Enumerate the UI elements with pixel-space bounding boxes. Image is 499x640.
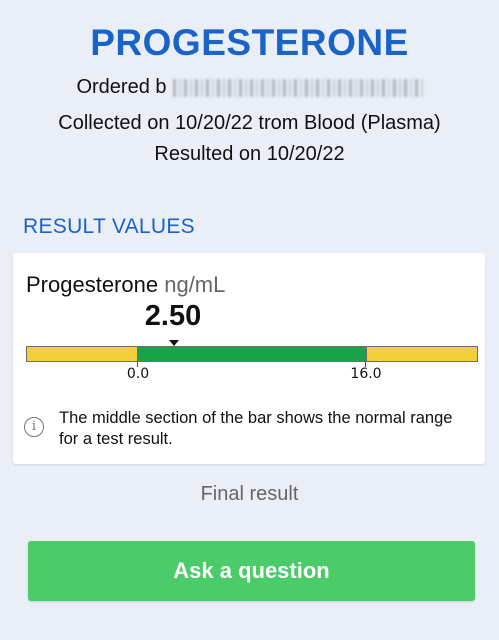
ordered-by-label: Ordered b [76,76,167,98]
range-bar-low-section [27,347,138,361]
range-info-text: The middle section of the bar shows the … [59,409,453,448]
range-bar-high-section [367,347,477,361]
result-status: Final result [200,483,299,505]
result-card: Progesterone ng/mL 2.50 0.0 16.0 i The m… [13,253,485,464]
test-unit: ng/mL [164,272,226,297]
range-bar [26,346,478,362]
test-name-row: Progesterone ng/mL [26,272,225,298]
result-value: 2.50 [144,300,202,332]
ordered-by-line: Ordered b [0,76,499,99]
resulted-line: Resulted on 10/20/22 [154,143,345,165]
redacted-ordered-by [172,78,423,97]
result-values-heading: RESULT VALUES [23,215,195,238]
test-name: Progesterone [26,272,159,297]
range-high-label: 16.0 [350,366,382,382]
info-circle-icon: i [24,417,44,437]
range-bar-normal-section [138,347,367,361]
collected-line: Collected on 10/20/22 trom Blood (Plasma… [58,112,441,134]
range-low-label: 0.0 [126,366,150,382]
page-title: PROGESTERONE [90,22,409,63]
ask-question-button[interactable]: Ask a question [28,541,475,601]
